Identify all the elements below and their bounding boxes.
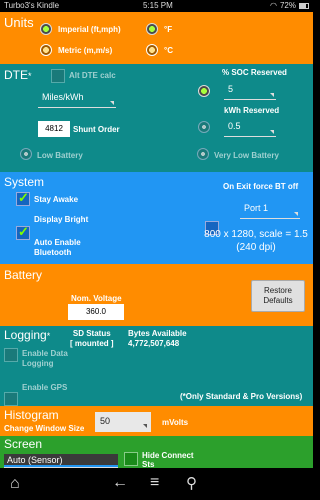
- enable-gps-checkbox[interactable]: [4, 392, 18, 406]
- nom-voltage-field[interactable]: 360.0: [68, 304, 124, 320]
- histogram-title: Histogram: [4, 408, 59, 422]
- alt-dte-checkbox[interactable]: [51, 69, 65, 83]
- units-title: Units: [4, 15, 34, 30]
- kwh-reserved-select[interactable]: 0.5: [224, 119, 276, 137]
- hide-connect-label: Hide Connect Sts: [142, 451, 194, 469]
- screen-mode-select[interactable]: Auto (Sensor): [4, 454, 118, 468]
- device-name: Turbo3's Kindle: [4, 1, 60, 10]
- enable-data-logging-label: Enable Data Logging: [22, 349, 68, 368]
- kwh-reserved-label: kWh Reserved: [224, 106, 280, 115]
- display-bright-checkbox[interactable]: ✓: [16, 224, 30, 240]
- soc-reserved-radio[interactable]: [198, 85, 210, 97]
- logging-section: Logging* SD Status[ mounted ] Bytes Avai…: [0, 326, 313, 406]
- logging-title: Logging*: [4, 328, 51, 342]
- screen-title: Screen: [4, 437, 43, 451]
- restore-defaults-button[interactable]: Restore Defaults: [251, 280, 305, 312]
- fahrenheit-radio[interactable]: [146, 23, 158, 35]
- low-battery-radio[interactable]: [20, 148, 32, 160]
- low-battery-label: Low Battery: [37, 151, 83, 160]
- resolution-info: 800 x 1280, scale = 1.5 (240 dpi): [204, 229, 308, 253]
- battery-icon: [299, 2, 309, 9]
- histogram-section: Histogram Change Window Size 50 mVolts: [0, 406, 313, 436]
- histogram-subtitle: Change Window Size: [4, 424, 85, 433]
- soc-reserved-label: % SOC Reserved: [222, 68, 287, 77]
- status-icons: ◠ 72%: [270, 1, 309, 10]
- dte-section: DTE* Alt DTE calc Miles/kWh 4812 Shunt O…: [0, 64, 313, 172]
- mvolts-label: mVolts: [162, 418, 189, 427]
- kwh-reserved-radio[interactable]: [198, 121, 210, 133]
- hide-connect-checkbox[interactable]: [124, 452, 138, 466]
- search-icon[interactable]: ⚲: [186, 474, 197, 492]
- back-icon[interactable]: ←: [112, 474, 128, 492]
- celsius-radio[interactable]: [146, 44, 158, 56]
- imperial-radio[interactable]: [40, 23, 52, 35]
- enable-data-logging-checkbox[interactable]: [4, 348, 18, 362]
- metric-label: Metric (m,m/s): [58, 46, 113, 55]
- check-icon: ✓: [18, 224, 29, 239]
- battery-title: Battery: [4, 268, 43, 282]
- menu-icon[interactable]: ≡: [150, 474, 159, 492]
- window-size-select[interactable]: 50: [95, 412, 151, 432]
- stay-awake-checkbox[interactable]: ✓: [16, 190, 30, 206]
- enable-gps-label: Enable GPS: [22, 383, 68, 392]
- status-bar: Turbo3's Kindle 5:15 PM ◠ 72%: [0, 0, 313, 12]
- versions-note: (*Only Standard & Pro Versions): [180, 392, 303, 401]
- imperial-label: Imperial (ft,mph): [58, 25, 121, 34]
- fahrenheit-label: °F: [164, 25, 173, 34]
- very-low-battery-radio[interactable]: [197, 148, 209, 160]
- stay-awake-label: Stay Awake: [34, 195, 79, 204]
- system-title: System: [4, 175, 45, 189]
- shunt-order-label: Shunt Order: [73, 125, 120, 134]
- battery-percent: 72%: [279, 1, 296, 10]
- dropdown-arrow-icon: [143, 424, 147, 428]
- home-icon[interactable]: ⌂: [10, 475, 20, 493]
- sd-status: SD Status[ mounted ]: [70, 329, 114, 348]
- units-section: Units Imperial (ft,mph) Metric (m,m/s) °…: [0, 12, 313, 64]
- exit-bt-label: On Exit force BT off: [223, 182, 299, 191]
- clock: 5:15 PM: [143, 1, 173, 10]
- bytes-available: Bytes Available 4,772,507,648: [128, 329, 187, 348]
- very-low-battery-label: Very Low Battery: [214, 151, 279, 160]
- auto-bluetooth-label: Auto Enable Bluetooth: [34, 238, 81, 257]
- check-icon: ✓: [18, 190, 29, 205]
- metric-radio[interactable]: [40, 44, 52, 56]
- system-section: System ✓ Stay Awake ✓ Display Bright Aut…: [0, 172, 313, 280]
- display-bright-label: Display Bright: [34, 215, 89, 224]
- soc-reserved-select[interactable]: 5: [224, 82, 276, 100]
- port-select[interactable]: Port 1: [240, 201, 300, 219]
- alt-dte-label: Alt DTE calc: [69, 71, 116, 80]
- nom-voltage-label: Nom. Voltage: [71, 294, 122, 303]
- battery-section: Battery Nom. Voltage 360.0 Restore Defaul…: [0, 264, 313, 326]
- navigation-bar: ⌂ ← ≡ ⚲: [0, 468, 313, 500]
- celsius-label: °C: [164, 46, 173, 55]
- dte-title: DTE*: [4, 68, 32, 82]
- wifi-icon: ◠: [270, 1, 277, 10]
- dte-unit-select[interactable]: Miles/kWh: [38, 90, 116, 108]
- screen-section: Screen Auto (Sensor) Hide Connect Sts: [0, 436, 313, 469]
- shunt-order-field[interactable]: 4812: [38, 121, 70, 137]
